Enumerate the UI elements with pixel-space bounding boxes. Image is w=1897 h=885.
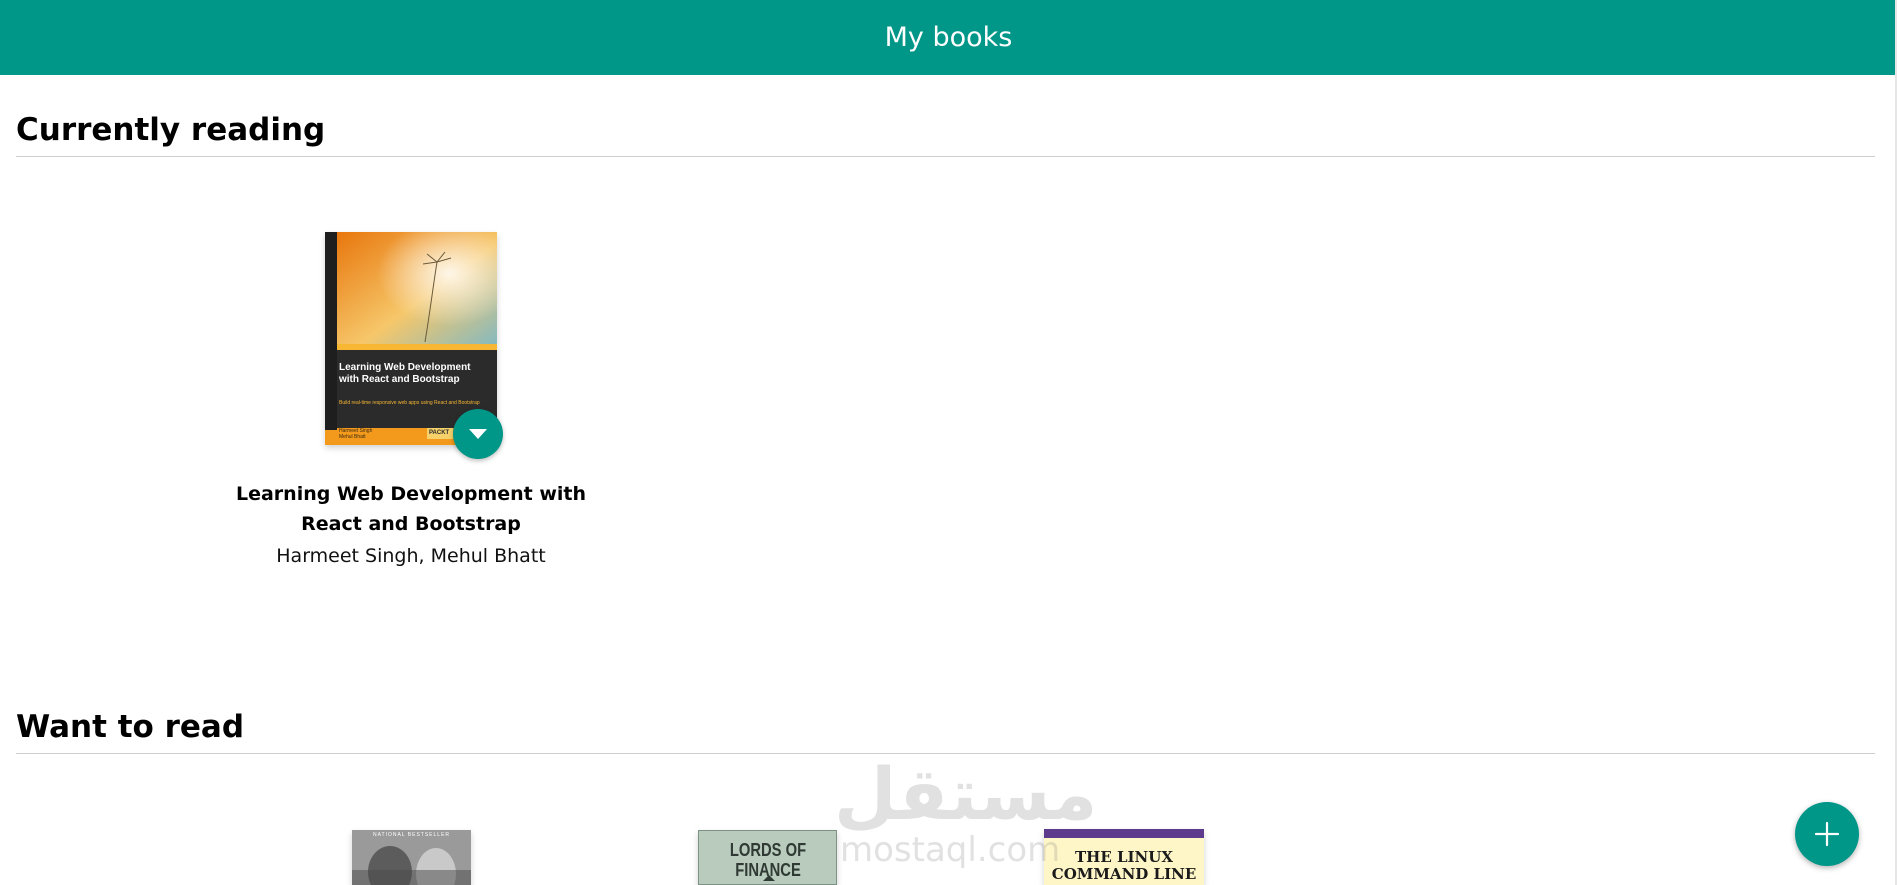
watermark-latin: mostaql.com bbox=[840, 830, 1061, 870]
watermark: مستقل mostaql.com bbox=[822, 752, 1097, 872]
add-book-button[interactable] bbox=[1795, 802, 1859, 866]
app-header: My books bbox=[0, 0, 1897, 75]
shelf-divider bbox=[16, 753, 1875, 754]
shelf-divider bbox=[16, 156, 1875, 157]
book-title: Learning Web Development with React and … bbox=[235, 483, 587, 535]
cover-band bbox=[1044, 829, 1204, 838]
book-cover[interactable]: NATIONAL BESTSELLER bbox=[352, 830, 471, 885]
page-title: My books bbox=[884, 22, 1013, 53]
triangle-down-icon bbox=[469, 429, 487, 439]
book-authors: Harmeet Singh, Mehul Bhatt bbox=[276, 545, 546, 567]
cover-publisher: PACKT bbox=[429, 430, 450, 436]
cover-authors: Harmeet Singh Mehul Bhatt bbox=[339, 428, 373, 440]
watermark-arabic: مستقل bbox=[834, 752, 1098, 836]
book-cover-art bbox=[352, 830, 471, 885]
book-cover-art bbox=[763, 875, 775, 881]
book-cover[interactable]: THE LINUX COMMAND LINE bbox=[1044, 829, 1204, 885]
cover-title: Learning Web Development with React and … bbox=[339, 362, 471, 385]
plus-icon bbox=[1814, 821, 1840, 847]
shelf-title-currently-reading: Currently reading bbox=[16, 112, 326, 148]
cover-text: THE LINUX COMMAND LINE bbox=[1051, 848, 1197, 883]
cover-subtitle: Build real-time responsive web apps usin… bbox=[339, 400, 480, 406]
cover-text: NATIONAL BESTSELLER bbox=[372, 832, 451, 838]
shelf-changer-button[interactable] bbox=[453, 409, 503, 459]
shelf-title-want-to-read: Want to read bbox=[16, 709, 245, 745]
book-cover[interactable]: LORDS OF FINANCE bbox=[698, 830, 837, 885]
